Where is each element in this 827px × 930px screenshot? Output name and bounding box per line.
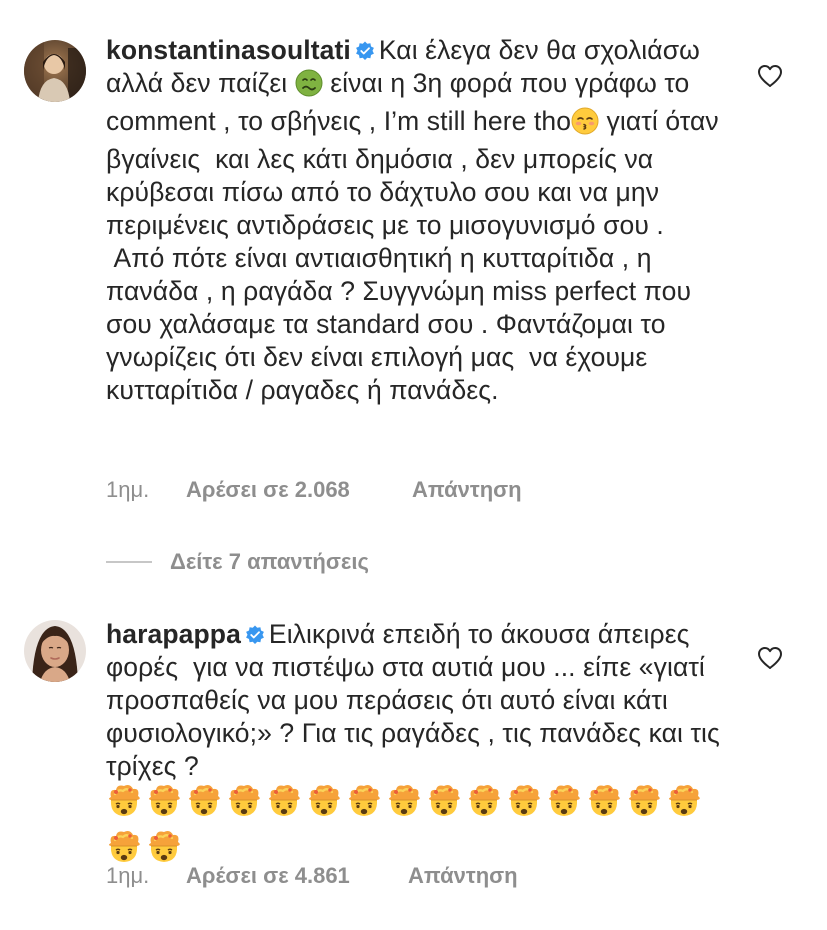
exploding-head-emoji — [146, 783, 182, 829]
verified-badge-icon — [245, 620, 265, 644]
view-replies-button[interactable]: Δείτε 7 απαντήσεις — [106, 547, 369, 577]
likes-count[interactable]: Αρέσει σε 4.861 — [186, 863, 408, 889]
nauseated-face-emoji — [295, 69, 323, 105]
heart-outline-icon[interactable] — [757, 64, 783, 88]
emoji-row — [106, 785, 706, 866]
username[interactable]: harapappa — [106, 619, 241, 649]
heart-outline-icon[interactable] — [757, 646, 783, 670]
exploding-head-emoji — [346, 783, 382, 829]
exploding-head-emoji — [426, 783, 462, 829]
comment-text-part-3: γιατί όταν βγαίνεις και λες κάτι δημόσια… — [106, 106, 719, 405]
comment-text: konstantinasoultati Και έλεγα δεν θα σχολ… — [106, 34, 726, 407]
exploding-head-emoji — [506, 783, 542, 829]
kissing-face-emoji — [571, 107, 599, 143]
avatar[interactable] — [24, 620, 86, 682]
avatar[interactable] — [24, 40, 86, 102]
reply-button[interactable]: Απάντηση — [408, 863, 518, 889]
exploding-head-emoji — [386, 783, 422, 829]
reply-button[interactable]: Απάντηση — [412, 477, 522, 503]
exploding-head-emoji — [666, 783, 702, 829]
exploding-head-emoji — [306, 783, 342, 829]
comment-meta: 1ημ. Αρέσει σε 4.861 Απάντηση — [106, 863, 518, 889]
exploding-head-emoji — [226, 783, 262, 829]
comment-time: 1ημ. — [106, 477, 150, 502]
comment-time: 1ημ. — [106, 863, 150, 888]
exploding-head-emoji — [106, 783, 142, 829]
exploding-head-emoji — [586, 783, 622, 829]
username[interactable]: konstantinasoultati — [106, 35, 351, 65]
exploding-head-emoji — [266, 783, 302, 829]
comment-meta: 1ημ. Αρέσει σε 2.068 Απάντηση — [106, 477, 522, 503]
exploding-head-emoji — [186, 783, 222, 829]
exploding-head-emoji — [626, 783, 662, 829]
likes-count[interactable]: Αρέσει σε 2.068 — [186, 477, 412, 503]
exploding-head-emoji — [466, 783, 502, 829]
exploding-head-emoji — [546, 783, 582, 829]
view-replies-label: Δείτε 7 απαντήσεις — [170, 549, 369, 574]
divider-line — [106, 561, 152, 563]
comment-text: harapappa Ειλικρινά επειδή το άκουσα άπει… — [106, 618, 726, 875]
verified-badge-icon — [355, 36, 375, 60]
